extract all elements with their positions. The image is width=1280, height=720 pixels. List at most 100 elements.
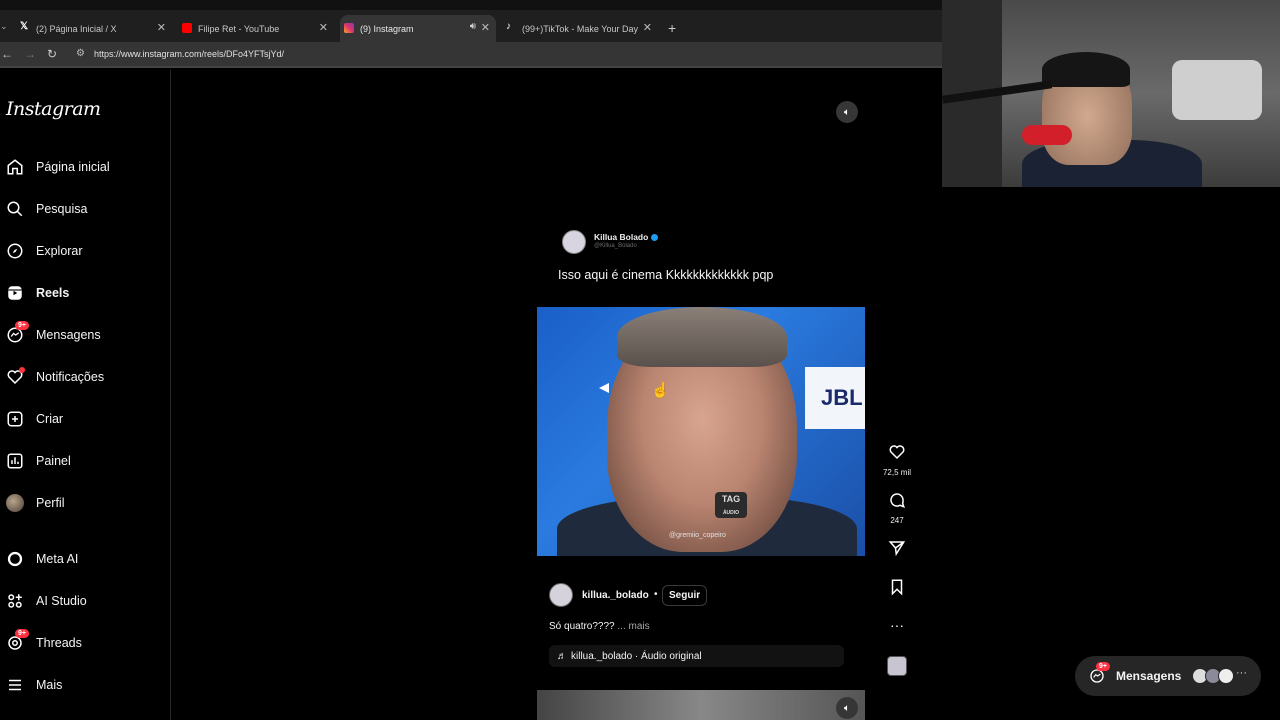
close-tab-icon[interactable]: ✕ [319,21,328,34]
tab-instagram[interactable]: (9) Instagram 🔊︎ ✕ [340,15,496,42]
sidebar-item-messages[interactable]: 9+ Mensagens [0,317,171,353]
plus-square-icon [5,409,25,429]
tab-search-chevron-icon[interactable]: ⌄ [0,21,8,32]
audio-thumbnail[interactable] [887,656,907,676]
comment-button[interactable]: 247 [880,491,914,525]
tab-youtube[interactable]: Filipe Ret - YouTube ✕ [178,15,334,42]
sponsor-logo-text: JBL [821,385,863,410]
sidebar-item-ai-studio[interactable]: AI Studio [0,583,171,619]
sidebar-item-label: Criar [36,412,64,426]
sidebar-item-meta-ai[interactable]: Meta AI [0,541,171,577]
caption-text: Só quatro???? [549,621,615,632]
chart-icon [5,451,25,471]
tab-tiktok[interactable]: ♪ (99+)TikTok - Make Your Day ✕ [502,15,658,42]
sidebar-item-threads[interactable]: 9+ Threads [0,625,171,661]
mic-label: TAG [721,494,741,504]
mute-button-next[interactable]: 🔈︎ [836,697,858,719]
save-button[interactable] [880,578,914,601]
meta-ai-icon [5,549,25,569]
tab-title: (99+)TikTok - Make Your Day [522,23,638,34]
youtube-icon [182,23,192,33]
tweet-handle: @Killua_Bolado [594,243,637,249]
forward-icon[interactable]: → [24,47,36,61]
sidebar-item-reels[interactable]: Reels [0,275,171,311]
background-arrow [599,383,609,393]
sidebar-item-home[interactable]: Página inicial [0,149,171,185]
follow-button[interactable]: Seguir [662,585,708,606]
tab-bar: ⌄ 𝕏 (2) Página Inicial / X ✕ Filipe Ret … [0,0,942,42]
address-bar: ← → ↻ ⚙ https://www.instagram.com/reels/… [0,42,942,68]
menu-icon [5,675,25,695]
author-avatar[interactable] [549,583,573,607]
instagram-logo[interactable]: Instagram [6,98,101,120]
mute-button[interactable]: 🔈︎ [836,101,858,123]
speaker-icon[interactable]: 🔊︎ [470,21,476,32]
browser-window: ⌄ 𝕏 (2) Página Inicial / X ✕ Filipe Ret … [0,0,942,720]
sidebar-item-label: Explorar [36,244,83,258]
x-logo-icon: 𝕏 [20,21,29,32]
speaker-icon: 🔈︎ [844,702,850,714]
reel-caption: Só quatro???? ... mais [549,621,650,632]
sidebar-item-label: Painel [36,454,71,468]
instagram-icon [344,23,354,33]
ai-studio-icon [5,591,25,611]
reload-icon[interactable]: ↻ [47,47,57,61]
send-icon [888,541,906,557]
reels-icon [5,283,25,303]
share-button[interactable] [880,539,914,562]
bookmark-icon [891,579,903,596]
notification-badge: 9+ [1096,662,1110,671]
sidebar-item-search[interactable]: Pesquisa [0,191,171,227]
notification-badge: 9+ [15,629,29,638]
sidebar-item-explore[interactable]: Explorar [0,233,171,269]
tab-title: Filipe Ret - YouTube [198,23,280,34]
reel-video[interactable]: JBL TAG ÁUDIO @gremiio_copeiro [537,307,865,556]
url-input[interactable]: https://www.instagram.com/reels/DFo4YFTs… [94,49,284,59]
compass-icon [5,241,25,261]
like-button[interactable]: 72,5 mil [880,443,914,477]
sidebar: Instagram Página inicial Pesquisa Explor… [0,70,171,720]
avatar [1218,668,1234,684]
back-icon[interactable]: ← [1,47,13,61]
sidebar-item-label: Reels [36,286,70,300]
sidebar-item-notifications[interactable]: Notificações [0,359,171,395]
separator-dot: • [654,589,658,600]
mouse-cursor-icon: ☝ [651,382,670,399]
sidebar-item-label: Mais [36,678,63,692]
mic-sublabel: ÁUDIO [722,510,740,516]
audio-label: killua._bolado · Áudio original [571,650,702,662]
verified-icon [651,234,659,242]
webcam-overlay [942,0,1280,187]
avatar-icon [5,493,25,513]
tab-title: (2) Página Inicial / X [36,23,117,34]
caption-more-link[interactable]: ... mais [617,621,649,632]
tab-x[interactable]: 𝕏 (2) Página Inicial / X ✕ [16,15,172,42]
tweet-author-name: Killua Bolado [594,232,649,242]
more-options-icon[interactable]: ··· [880,617,914,633]
audio-link[interactable]: ♬ killua._bolado · Áudio original [549,645,844,667]
next-reel-preview[interactable] [537,690,865,720]
site-settings-icon[interactable]: ⚙ [76,48,85,59]
heart-icon [889,445,905,460]
sidebar-item-label: Perfil [36,496,65,510]
close-tab-icon[interactable]: ✕ [643,21,652,34]
messages-pill[interactable]: 9+ Mensagens ··· [1075,656,1261,696]
video-person-hair [617,307,787,367]
close-tab-icon[interactable]: ✕ [481,21,490,34]
sidebar-item-label: Notificações [36,370,105,384]
author-username[interactable]: killua._bolado [582,590,649,601]
more-icon: ··· [1236,667,1247,679]
new-tab-icon[interactable]: + [668,20,676,36]
home-icon [5,157,25,177]
close-tab-icon[interactable]: ✕ [157,21,166,34]
tiktok-icon: ♪ [506,21,511,32]
sidebar-item-more[interactable]: Mais [0,667,171,703]
sidebar-item-dashboard[interactable]: Painel [0,443,171,479]
microphone: TAG ÁUDIO [715,492,747,518]
sidebar-item-label: Página inicial [36,160,110,174]
music-note-icon: ♬ [557,650,567,662]
sidebar-item-profile[interactable]: Perfil [0,485,171,521]
sidebar-item-create[interactable]: Criar [0,401,171,437]
sidebar-item-label: Threads [36,636,82,650]
webcam-person-cap [1042,52,1130,87]
